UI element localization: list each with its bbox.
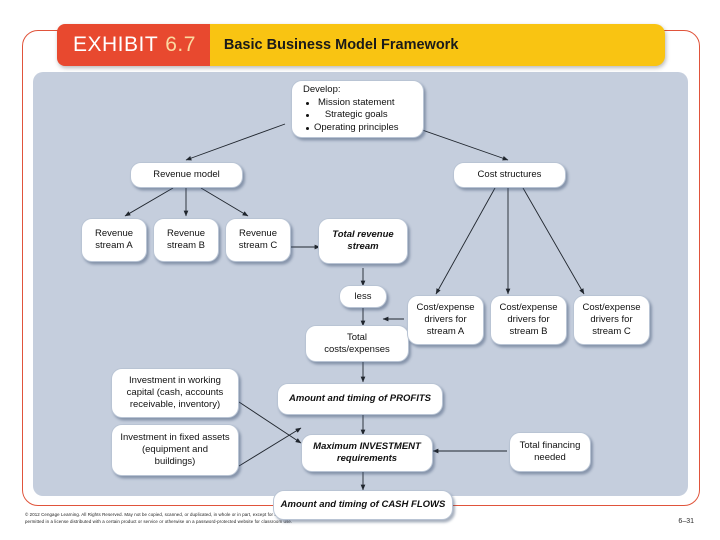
node-revenue-stream-a-label: Revenue stream A (94, 228, 134, 251)
node-total-financing-needed-label: Total financing needed (519, 440, 581, 463)
develop-bullet-2: Operating principles (306, 121, 399, 133)
node-revenue-stream-c: Revenue stream C (225, 218, 291, 262)
node-less-label: less (354, 290, 372, 302)
exhibit-title-banner: Basic Business Model Framework (209, 24, 665, 66)
node-cost-structures: Cost structures (453, 162, 566, 188)
node-amount-timing-profits-label: Amount and timing of PROFITS (289, 393, 431, 405)
node-total-financing-needed: Total financing needed (509, 432, 591, 472)
node-total-costs-expenses-label: Total costs/expenses (324, 331, 390, 355)
node-cost-structures-label: Cost structures (477, 169, 542, 181)
exhibit-header-banner: EXHIBIT 6.7 Basic Business Model Framewo… (57, 24, 665, 66)
develop-bullet-1: Strategic goals (306, 109, 399, 122)
page-title: Basic Business Model Framework (223, 37, 459, 53)
node-maximum-investment-requirements-label: Maximum INVESTMENT requirements (313, 441, 421, 464)
diagram-canvas: Develop: Mission statement Strategic goa… (33, 72, 688, 520)
node-total-revenue-stream-label: Total revenue stream (332, 229, 394, 252)
node-develop: Develop: Mission statement Strategic goa… (291, 80, 424, 138)
page-number: 6–31 (678, 518, 694, 525)
develop-bullet-list: Mission statement Strategic goals Operat… (303, 97, 399, 135)
node-investment-working-capital-label: Investment in working capital (cash, acc… (126, 375, 224, 410)
exhibit-label: EXHIBIT (73, 33, 159, 56)
node-investment-fixed-assets: Investment in fixed assets (equipment an… (111, 424, 239, 476)
node-cost-drivers-stream-c-label: Cost/expense drivers for stream C (582, 302, 641, 337)
node-total-revenue-stream: Total revenue stream (318, 218, 408, 264)
node-amount-timing-cash-flows-label: Amount and timing of CASH FLOWS (280, 499, 446, 511)
node-maximum-investment-requirements: Maximum INVESTMENT requirements (301, 434, 433, 472)
node-revenue-model: Revenue model (130, 162, 243, 188)
slide: EXHIBIT 6.7 Basic Business Model Framewo… (0, 0, 720, 540)
node-cost-drivers-stream-b: Cost/expense drivers for stream B (490, 295, 567, 345)
exhibit-number-banner: EXHIBIT 6.7 (57, 24, 210, 66)
node-less: less (339, 285, 387, 308)
develop-heading: Develop: (303, 83, 341, 95)
node-investment-working-capital: Investment in working capital (cash, acc… (111, 368, 239, 418)
node-revenue-stream-b-label: Revenue stream B (166, 228, 206, 251)
node-cost-drivers-stream-a-label: Cost/expense drivers for stream A (416, 302, 475, 337)
node-investment-fixed-assets-label: Investment in fixed assets (equipment an… (120, 432, 230, 467)
node-cost-drivers-stream-c: Cost/expense drivers for stream C (573, 295, 650, 345)
develop-bullet-0: Mission statement (306, 97, 399, 110)
node-revenue-stream-c-label: Revenue stream C (238, 228, 278, 251)
node-total-costs-expenses: Total costs/expenses (305, 325, 409, 362)
node-amount-timing-profits: Amount and timing of PROFITS (277, 383, 443, 415)
node-revenue-model-label: Revenue model (153, 169, 220, 181)
node-revenue-stream-b: Revenue stream B (153, 218, 219, 262)
node-cost-drivers-stream-b-label: Cost/expense drivers for stream B (499, 302, 558, 337)
node-cost-drivers-stream-a: Cost/expense drivers for stream A (407, 295, 484, 345)
exhibit-number: 6.7 (165, 33, 196, 56)
node-revenue-stream-a: Revenue stream A (81, 218, 147, 262)
node-amount-timing-cash-flows: Amount and timing of CASH FLOWS (273, 490, 453, 520)
business-model-diagram: Develop: Mission statement Strategic goa… (33, 72, 688, 520)
